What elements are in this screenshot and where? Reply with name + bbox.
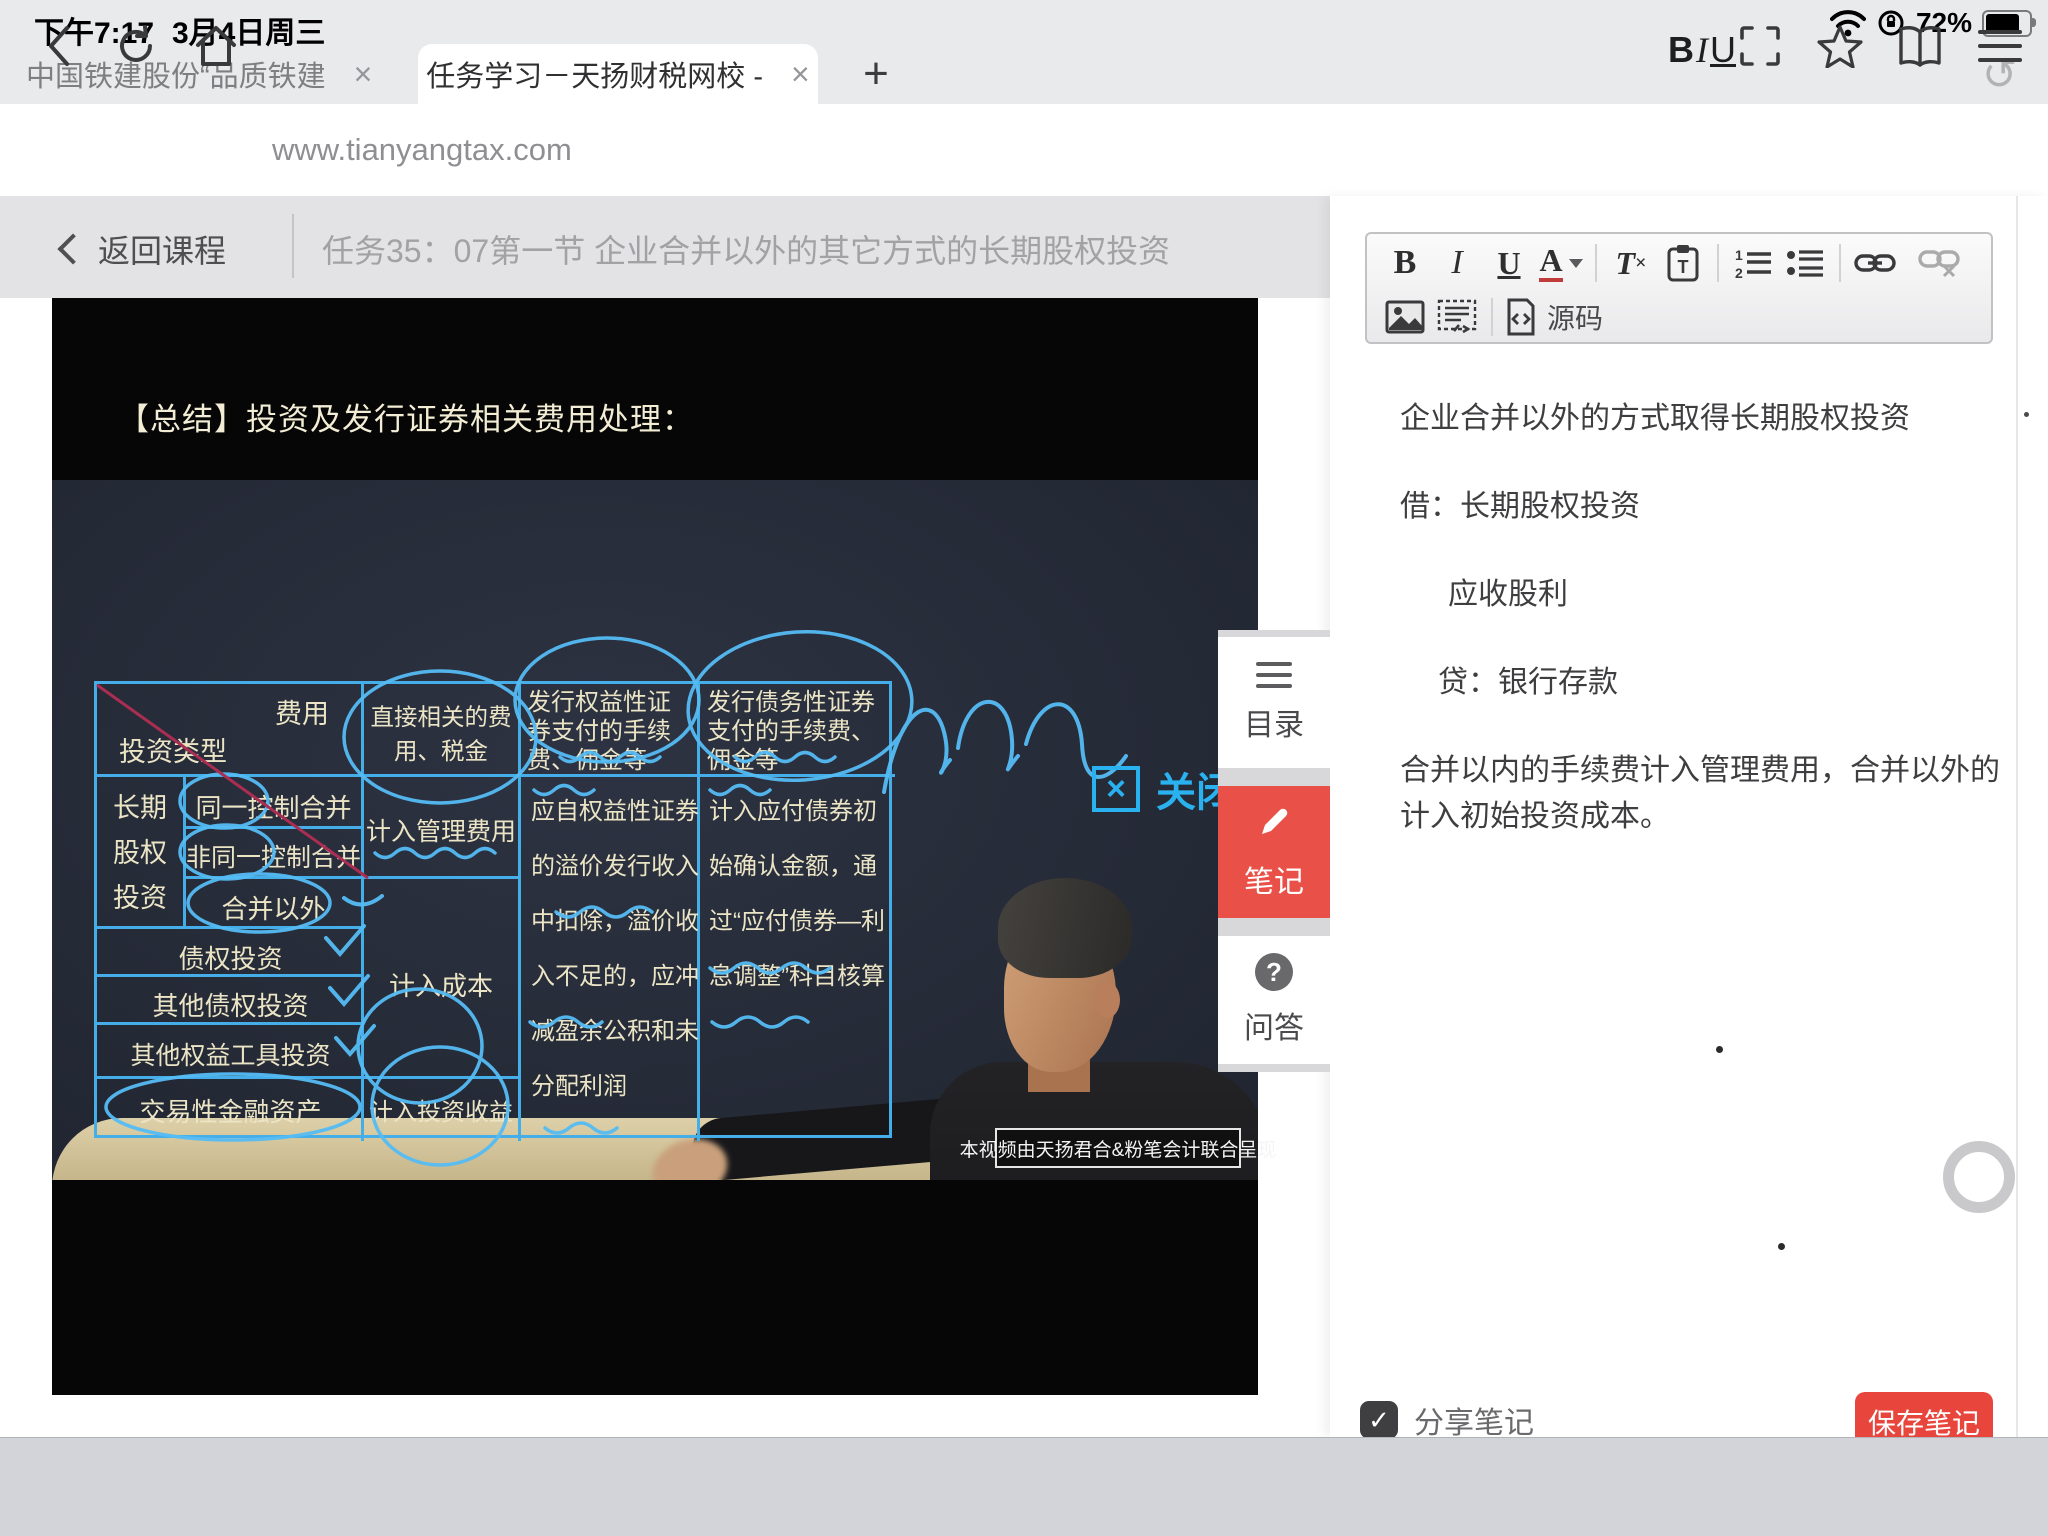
panel-right-border [2016, 196, 2018, 1437]
table-sub-row: 非同一控制合并 [186, 838, 361, 874]
source-label: 源码 [1547, 297, 1603, 337]
resize-tab-icon[interactable] [1732, 18, 1788, 74]
insert-image-button[interactable] [1383, 295, 1427, 339]
drag-handle-ring[interactable] [1943, 1141, 2015, 1213]
table-col2-cell: 计入成本 [363, 966, 519, 1003]
svg-text:2: 2 [1735, 265, 1743, 280]
table-corner-bottom: 投资类型 [103, 730, 243, 769]
svg-text:T: T [1678, 257, 1689, 277]
note-paragraph: 合并以内的手续费计入管理费用，合并以外的计入初始投资成本。 [1400, 748, 2012, 840]
note-editor-content[interactable]: 企业合并以外的方式取得长期股权投资 借：长期股权投资 应收股利 贷：银行存款 合… [1400, 396, 2012, 882]
video-watermark: 本视频由天扬君合&粉笔会计联合呈现 [995, 1128, 1241, 1168]
table-sub-row: 同一控制合并 [186, 788, 361, 825]
close-overlay-button[interactable]: × 关闭 [1092, 760, 1236, 818]
ink-dot [1778, 1243, 1785, 1250]
checkbox-checked-icon[interactable]: ✓ [1360, 1401, 1398, 1439]
tab-close-icon[interactable]: × [791, 58, 810, 90]
board-table: 费用 投资类型 直接相关的费用、税金 发行权益性证券支付的手续费、佣金等 发行债… [94, 681, 892, 1138]
question-icon: ? [1255, 953, 1293, 991]
close-x-icon: × [1092, 766, 1140, 812]
pencil-icon [1256, 804, 1292, 845]
table-group-label: 长期股权投资 [111, 786, 169, 921]
header-divider [292, 214, 294, 278]
table-col2-header: 直接相关的费用、税金 [367, 700, 515, 768]
underline-button[interactable]: U [1487, 241, 1531, 285]
keyboard-accessory-bar [0, 1437, 2048, 1536]
tab-title: 任务学习－天扬财税网校 - [426, 53, 763, 95]
url-field[interactable]: www.tianyangtax.com [272, 132, 572, 168]
paste-text-button[interactable]: T [1661, 241, 1705, 285]
unlink-button[interactable] [1917, 241, 1961, 285]
biu-format-button[interactable]: BIU [1668, 0, 1736, 99]
svg-text:1: 1 [1735, 247, 1743, 263]
ink-dot [2024, 412, 2029, 417]
bold-button[interactable]: B [1383, 241, 1427, 285]
back-to-course-button[interactable]: 返回课程 [62, 226, 226, 272]
ordered-list-button[interactable]: 12 [1731, 241, 1775, 285]
toc-label: 目录 [1244, 700, 1304, 744]
table-col4-body: 计入应付债券初始确认金额，通过“应付债券—利息调整”科目核算 [709, 784, 889, 1004]
tab-active[interactable]: 任务学习－天扬财税网校 - × [418, 44, 818, 104]
table-col4-header: 发行债务性证券支付的手续费、佣金等 [707, 688, 889, 775]
source-button[interactable]: 源码 [1505, 295, 1603, 339]
back-label: 返回课程 [98, 226, 226, 272]
note-paragraph: 贷：银行存款 [1400, 660, 2012, 706]
sidebar-toc-button[interactable]: 目录 [1218, 637, 1330, 768]
table-row-label: 其他债权投资 [97, 986, 364, 1023]
board-title: 【总结】投资及发行证券相关费用处理： [118, 394, 694, 439]
video-player[interactable]: 【总结】投资及发行证券相关费用处理： 费用 投资类型 直接相关的费用、税金 发行… [52, 298, 1258, 1395]
reload-icon[interactable] [108, 18, 164, 74]
table-corner-top: 费用 [247, 692, 357, 731]
remove-format-button[interactable]: T× [1609, 241, 1653, 285]
note-paragraph: 企业合并以外的方式取得长期股权投资 [1400, 396, 2012, 442]
new-tab-button[interactable]: + [846, 44, 906, 104]
sidebar-qa-button[interactable]: ? 问答 [1218, 936, 1330, 1064]
ink-dot [1716, 1046, 1723, 1053]
table-col3-header: 发行权益性证券支付的手续费、佣金等 [527, 688, 693, 775]
table-col2-cell: 计入投资收益 [363, 1092, 519, 1127]
link-button[interactable] [1853, 241, 1897, 285]
bookmark-star-icon[interactable] [1812, 18, 1868, 74]
editor-toolbar: B I U A T× T 12 源码 [1365, 232, 1993, 344]
back-icon[interactable] [30, 18, 86, 74]
bullet-list-button[interactable] [1783, 241, 1827, 285]
instructor-hair [998, 878, 1132, 978]
table-row-label: 交易性金融资产 [97, 1092, 364, 1129]
note-paragraph: 借：长期股权投资 [1400, 484, 2012, 530]
text-color-button[interactable]: A [1539, 241, 1583, 285]
table-row-label: 债权投资 [97, 939, 364, 976]
share-note-label: 分享笔记 [1414, 1398, 1534, 1442]
tab-close-icon[interactable]: × [354, 58, 373, 90]
table-col3-body: 应自权益性证券的溢价发行收入中扣除，溢价收入不足的，应冲减盈余公积和未分配利润 [531, 784, 699, 1114]
code-block-button[interactable] [1435, 295, 1479, 339]
chevron-left-icon [57, 233, 88, 264]
table-row-label: 其他权益工具投资 [97, 1036, 364, 1072]
screen: 下午7:17 3月4日周三 72% 中国铁建股份“品质铁建 × 任务学习－天扬财… [0, 0, 2048, 1536]
notes-label: 笔记 [1244, 857, 1304, 901]
note-panel: B I U A T× T 12 源码 企业合并以外 [1330, 196, 2048, 1437]
table-sub-row: 合并以外 [186, 889, 361, 926]
qa-label: 问答 [1244, 1003, 1304, 1047]
instructor-ear [1094, 982, 1120, 1018]
note-paragraph: 应收股利 [1400, 572, 2012, 618]
task-title: 任务35：07第一节 企业合并以外的其它方式的长期股权投资 [322, 226, 1170, 272]
share-note-checkbox-row[interactable]: ✓ 分享笔记 [1360, 1398, 1534, 1442]
reading-list-book-icon[interactable] [1892, 18, 1948, 74]
toc-list-icon [1256, 662, 1292, 688]
chevron-down-icon [1569, 259, 1583, 268]
italic-button[interactable]: I [1435, 241, 1479, 285]
home-icon[interactable] [188, 18, 244, 74]
table-col2-cell: 计入管理费用 [363, 812, 519, 848]
menu-icon[interactable] [1972, 18, 2028, 74]
sidebar-notes-button[interactable]: 笔记 [1218, 786, 1330, 918]
